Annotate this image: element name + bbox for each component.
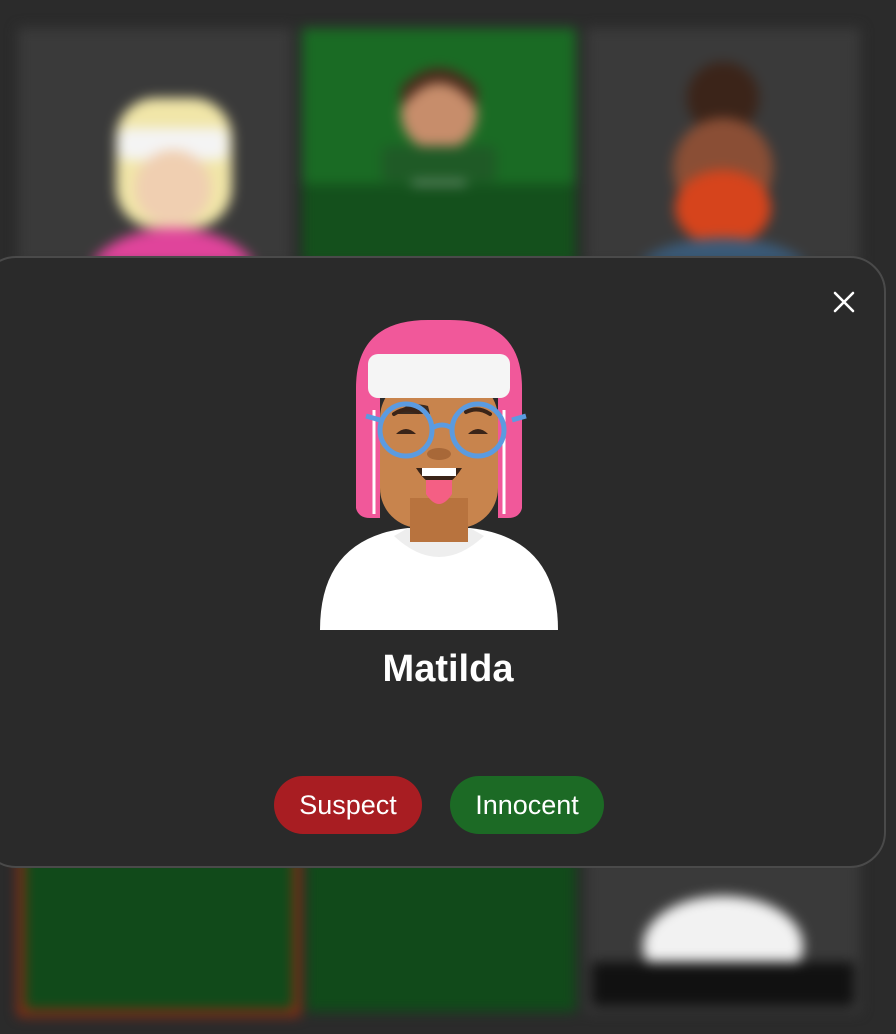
avatar-bearded xyxy=(638,62,808,264)
suspect-button[interactable]: Suspect xyxy=(274,776,422,834)
suspect-card xyxy=(18,28,292,264)
innocent-button[interactable]: Innocent xyxy=(450,776,604,834)
avatar-blonde xyxy=(90,98,256,264)
suspect-card xyxy=(18,856,300,1016)
suspect-card-revealed xyxy=(302,28,576,264)
suspect-card xyxy=(306,856,576,1012)
player-avatar xyxy=(318,318,560,630)
suspect-card xyxy=(586,28,860,264)
blurred-name-pill xyxy=(382,146,496,182)
player-name: Matilda xyxy=(382,648,514,690)
suspect-card xyxy=(586,856,860,1012)
close-icon xyxy=(833,291,855,313)
close-button[interactable] xyxy=(824,282,864,322)
blurred-name-pill xyxy=(592,962,854,1006)
